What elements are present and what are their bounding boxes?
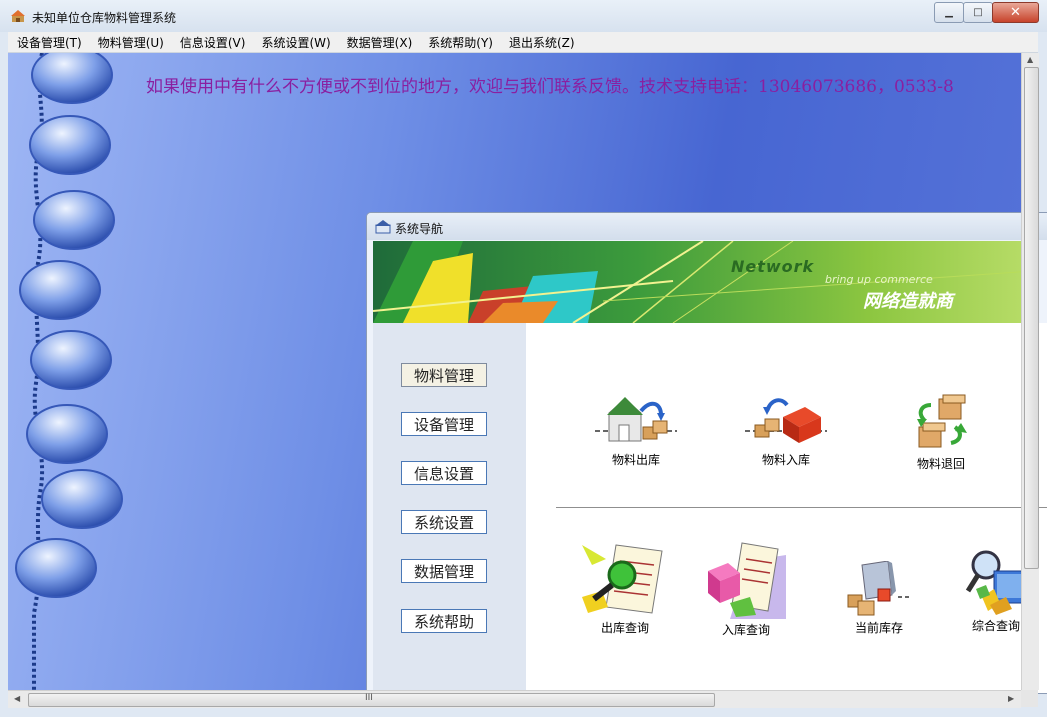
inbound-icon — [745, 398, 827, 443]
nav-button-panel: 物料管理 设备管理 信息设置 系统设置 数据管理 系统帮助 — [373, 323, 526, 693]
tile-inbound-label: 物料入库 — [761, 453, 810, 467]
return-icon — [917, 394, 967, 448]
tile-inbound[interactable]: 物料入库 — [736, 393, 836, 468]
title-bar: 未知单位仓库物料管理系统 ▁ □ ✕ — [0, 0, 1047, 32]
window-title: 未知单位仓库物料管理系统 — [32, 11, 177, 25]
scrollbar-corner — [1021, 690, 1038, 707]
menu-data[interactable]: 数据管理(X) — [338, 34, 420, 51]
banner-tagline: bring up commerce — [825, 273, 933, 286]
vertical-scrollbar[interactable]: ▲ — [1021, 53, 1039, 690]
outbound-icon — [595, 397, 677, 442]
nav-window-title: 系统导航 — [395, 222, 444, 236]
window-controls: ▁ □ ✕ — [934, 2, 1039, 23]
tile-return-label: 物料退回 — [916, 457, 965, 471]
close-button[interactable]: ✕ — [992, 2, 1039, 23]
support-marquee: 如果使用中有什么不方便或不到位的地方，欢迎与我们联系反馈。技术支持电话：1304… — [146, 77, 954, 97]
outbound-query-icon — [582, 544, 663, 614]
nav-banner: Network bring up commerce 网络造就商 — [373, 241, 1033, 323]
general-query-icon — [965, 550, 1025, 615]
menu-bar: 设备管理(T) 物料管理(U) 信息设置(V) 系统设置(W) 数据管理(X) … — [8, 32, 1038, 53]
tile-inbound-query[interactable]: 入库查询 — [706, 541, 786, 638]
menu-device[interactable]: 设备管理(T) — [8, 34, 89, 51]
minimize-button[interactable]: ▁ — [934, 2, 964, 23]
inventory-icon — [847, 561, 912, 616]
nav-window-icon — [375, 220, 391, 234]
tile-outbound[interactable]: 物料出库 — [586, 393, 686, 468]
nav-window: 系统导航 Network bring up commerce 网络造就商 物料管… — [366, 212, 1047, 694]
maximize-button[interactable]: □ — [963, 2, 993, 23]
scroll-left-icon[interactable]: ◀ — [14, 694, 20, 703]
nav-system-button[interactable]: 系统设置 — [401, 510, 487, 534]
inbound-query-icon — [708, 542, 786, 619]
app-icon — [11, 10, 25, 22]
app-window: 未知单位仓库物料管理系统 ▁ □ ✕ 设备管理(T) 物料管理(U) 信息设置(… — [0, 0, 1047, 717]
vertical-scroll-thumb[interactable] — [1024, 67, 1039, 569]
nav-window-titlebar[interactable]: 系统导航 — [367, 213, 1047, 240]
menu-help[interactable]: 系统帮助(Y) — [419, 34, 500, 51]
tile-outbound-query[interactable]: 出库查询 — [571, 541, 679, 636]
banner-network-text: Network — [731, 257, 815, 276]
tile-return[interactable]: 物料退回 — [891, 393, 991, 472]
horizontal-scrollbar[interactable]: ◀ III ▶ — [8, 690, 1021, 708]
nav-info-button[interactable]: 信息设置 — [401, 461, 487, 485]
horizontal-scroll-thumb[interactable]: III — [28, 693, 715, 707]
nav-device-button[interactable]: 设备管理 — [401, 412, 487, 436]
panel-divider — [556, 507, 1047, 508]
menu-info[interactable]: 信息设置(V) — [171, 34, 253, 51]
scroll-grip-icon: III — [365, 693, 373, 703]
tile-inventory-label: 当前库存 — [854, 621, 903, 635]
scroll-up-icon[interactable]: ▲ — [1027, 55, 1033, 64]
tile-outbound-label: 物料出库 — [611, 453, 660, 467]
tile-outbound-query-label: 出库查询 — [600, 621, 649, 635]
menu-exit[interactable]: 退出系统(Z) — [500, 34, 582, 51]
nav-function-panel: 物料出库 物料入库 物料退回 出库查询 入库查询 当前库存 综合查询 — [526, 323, 1047, 693]
menu-material[interactable]: 物料管理(U) — [89, 34, 171, 51]
banner-cn-text: 网络造就商 — [863, 291, 953, 312]
nav-material-button[interactable]: 物料管理 — [401, 363, 487, 387]
tile-inventory[interactable]: 当前库存 — [834, 561, 924, 636]
scroll-right-icon[interactable]: ▶ — [1008, 694, 1014, 703]
tile-inbound-query-label: 入库查询 — [721, 623, 770, 637]
nav-data-button[interactable]: 数据管理 — [401, 559, 487, 583]
menu-system[interactable]: 系统设置(W) — [252, 34, 337, 51]
nav-help-button[interactable]: 系统帮助 — [401, 609, 487, 633]
